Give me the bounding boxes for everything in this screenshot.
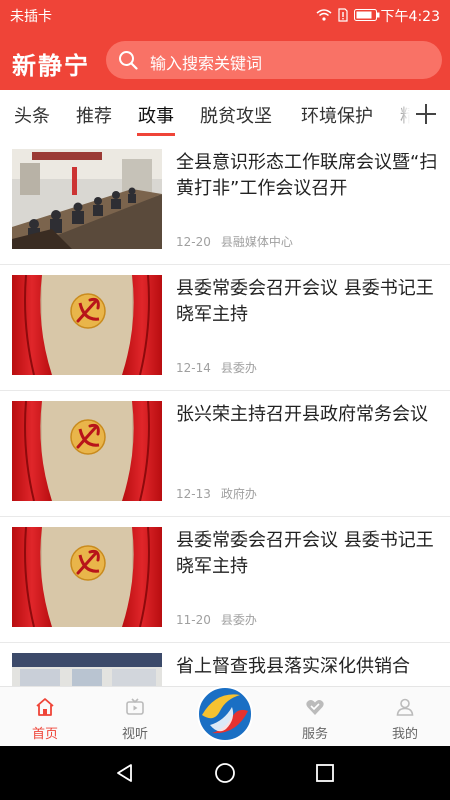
tab-politics[interactable]: 政事: [138, 102, 174, 128]
news-item[interactable]: 县委常委会召开会议 县委书记王晓军主持 11-20 县委办: [0, 516, 450, 643]
news-thumbnail: [12, 653, 162, 686]
tab-environment[interactable]: 环境保护: [301, 102, 373, 128]
app-logo-icon: [197, 686, 253, 742]
news-list: 全县意识形态工作联席会议暨“扫黄打非”工作会议召开 12-20 县融媒体中心 县委…: [0, 138, 450, 686]
sim-alert-icon: [338, 8, 348, 22]
status-icons: [316, 8, 380, 22]
recents-icon[interactable]: [314, 762, 336, 784]
news-thumbnail: [12, 401, 162, 501]
nav-service[interactable]: 服务: [280, 687, 350, 747]
tab-headlines[interactable]: 头条: [14, 102, 50, 128]
news-meta: 12-14 县委办: [176, 359, 257, 376]
meeting-photo-icon: [12, 149, 162, 249]
status-bar: 未插卡 下午4:23: [0, 0, 450, 30]
nav-video[interactable]: 视听: [100, 687, 170, 747]
party-emblem-icon: [12, 527, 162, 627]
news-source: 政府办: [220, 487, 257, 501]
news-source: 县委办: [220, 613, 257, 627]
news-date: 12-13: [176, 487, 211, 501]
news-title: 全县意识形态工作联席会议暨“扫黄打非”工作会议召开: [176, 152, 438, 199]
app-logo-text: 新静宁: [12, 51, 90, 80]
search-input[interactable]: 输入搜索关键词: [106, 41, 442, 79]
news-meta: 12-20 县融媒体中心: [176, 233, 293, 250]
news-title: 县委常委会召开会议 县委书记王晓军主持: [176, 278, 434, 325]
news-item[interactable]: 县委常委会召开会议 县委书记王晓军主持 12-14 县委办: [0, 264, 450, 391]
category-tabs: 头条 推荐 政事 脱贫攻坚 环境保护 精: [0, 90, 450, 138]
user-icon: [396, 698, 414, 716]
bottom-navigation: 首页 视听 服务 我的: [0, 686, 450, 747]
nav-home[interactable]: 首页: [10, 687, 80, 747]
news-thumbnail: [12, 527, 162, 627]
system-nav-bar: [0, 746, 450, 800]
back-icon[interactable]: [114, 762, 136, 784]
battery-icon: [354, 9, 380, 21]
search-placeholder: 输入搜索关键词: [150, 54, 263, 73]
news-date: 11-20: [176, 613, 211, 627]
carrier-text: 未插卡: [10, 9, 52, 25]
meeting-photo-icon: [12, 653, 162, 686]
news-date: 12-14: [176, 361, 211, 375]
news-item[interactable]: 省上督查我县落实深化供销合: [0, 642, 450, 686]
active-tab-indicator: [137, 133, 175, 136]
nav-profile[interactable]: 我的: [370, 687, 440, 747]
news-thumbnail: [12, 149, 162, 249]
news-source: 县融媒体中心: [220, 235, 293, 249]
add-channel-icon[interactable]: [410, 90, 450, 138]
news-title: 张兴荣主持召开县政府常务会议: [176, 404, 428, 425]
nav-profile-label: 我的: [391, 727, 418, 742]
news-title: 省上督查我县落实深化供销合: [176, 656, 410, 677]
heart-icon: [306, 700, 324, 715]
tab-recommend[interactable]: 推荐: [76, 102, 112, 128]
news-item[interactable]: 全县意识形态工作联席会议暨“扫黄打非”工作会议召开 12-20 县融媒体中心: [0, 138, 450, 265]
home-button-icon[interactable]: [214, 762, 236, 784]
party-emblem-icon: [12, 275, 162, 375]
tab-poverty-alleviation[interactable]: 脱贫攻坚: [200, 102, 272, 128]
news-thumbnail: [12, 275, 162, 375]
news-meta: 12-13 政府办: [176, 485, 257, 502]
wifi-icon: [316, 9, 332, 21]
app-header: 新静宁 输入搜索关键词: [0, 30, 450, 90]
nav-home-label: 首页: [31, 727, 58, 742]
news-item[interactable]: 张兴荣主持召开县政府常务会议 12-13 政府办: [0, 390, 450, 517]
nav-video-label: 视听: [121, 727, 148, 742]
tv-icon: [126, 698, 144, 715]
search-icon: [119, 51, 138, 70]
news-meta: 11-20 县委办: [176, 611, 257, 628]
news-source: 县委办: [220, 361, 257, 375]
news-title: 县委常委会召开会议 县委书记王晓军主持: [176, 530, 434, 577]
tab-fade: [390, 90, 410, 138]
center-app-logo-icon[interactable]: [196, 685, 254, 743]
clock-text: 下午4:23: [380, 9, 440, 25]
news-date: 12-20: [176, 235, 211, 249]
home-icon: [36, 698, 54, 716]
party-emblem-icon: [12, 401, 162, 501]
nav-service-label: 服务: [301, 727, 328, 742]
